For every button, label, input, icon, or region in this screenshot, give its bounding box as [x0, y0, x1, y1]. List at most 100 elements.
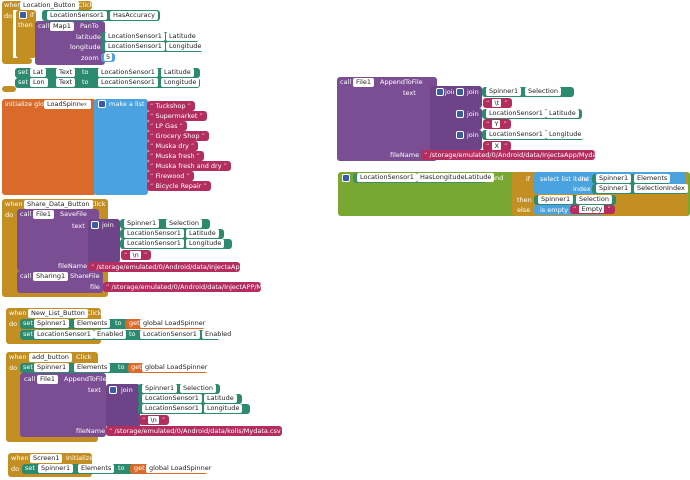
list-item-value[interactable]: Bicycle Repair: [155, 182, 201, 190]
longitude-getter-component[interactable]: LocationSensor1: [105, 42, 165, 51]
join-item-3-component[interactable]: LocationSensor1: [142, 404, 202, 413]
list-item-value[interactable]: Supermarket: [155, 112, 197, 120]
call-component-dropdown[interactable]: Map1: [50, 22, 74, 31]
mutator-gear-icon[interactable]: [109, 386, 117, 394]
join-item-3-property[interactable]: Longitude: [204, 404, 243, 413]
join-item-3-component[interactable]: LocationSensor1: [124, 239, 184, 248]
list-item-value[interactable]: Firewood: [155, 172, 184, 180]
make-a-list-block[interactable]: [94, 99, 148, 195]
then-getter-component[interactable]: Spinner1: [538, 195, 574, 204]
join-item-1-component[interactable]: Spinner1: [142, 384, 178, 393]
set-lat-source-property[interactable]: Latitude: [161, 68, 194, 77]
join-item-1-sep-value[interactable]: \t: [492, 99, 502, 107]
set-lat-property[interactable]: Text: [56, 68, 76, 77]
index-getter-component[interactable]: Spinner1: [596, 184, 632, 193]
set-lat-source-component[interactable]: LocationSensor1: [98, 68, 158, 77]
get-global-var-name[interactable]: global LoadSpinner: [146, 464, 215, 473]
list-item-string[interactable]: “ Muska fresh ”: [147, 151, 205, 161]
sharefile-value[interactable]: /storage/emulated/0/Android/data/InjectA…: [111, 283, 261, 291]
has-longlat-property[interactable]: HasLongitudeLatitude: [417, 173, 495, 182]
call-component-dropdown[interactable]: File1: [353, 78, 375, 87]
else-string[interactable]: “ Empty ”: [570, 205, 615, 214]
set-sensor-component[interactable]: LocationSensor1: [34, 330, 94, 339]
join-item-2-property[interactable]: Latitude: [204, 394, 237, 403]
get-global-var-name[interactable]: global LoadSpinner: [142, 363, 211, 372]
join-item-4-string[interactable]: “ \n ”: [139, 415, 170, 425]
sharefile-string[interactable]: “ /storage/emulated/0/Android/data/Injec…: [103, 282, 261, 292]
list-item-value[interactable]: Grocery Shop: [155, 132, 199, 140]
initialize-global-block[interactable]: [2, 99, 96, 195]
event-component-dropdown[interactable]: add_button: [29, 353, 72, 362]
filename-string[interactable]: “ /storage/emulated/0/Android/data/kolis…: [106, 426, 282, 436]
join-item-1-component[interactable]: Spinner1: [486, 87, 522, 96]
join-item-3-component[interactable]: LocationSensor1: [486, 130, 546, 139]
list-item-value[interactable]: Muska dry: [155, 142, 188, 150]
filename-value[interactable]: /storage/emulated/0/Android/data/Injecta…: [96, 263, 240, 271]
list-item-value[interactable]: LP Gas: [155, 122, 177, 130]
set-lon-source-component[interactable]: LocationSensor1: [98, 78, 158, 87]
set-sensor-source-component[interactable]: LocationSensor1: [140, 330, 200, 339]
filename-string[interactable]: “ /storage/emulated/0/Android/data/Injec…: [88, 262, 240, 272]
list-item-value[interactable]: Tuckshop: [155, 102, 185, 110]
join-item-2-property[interactable]: Latitude: [546, 109, 579, 118]
set-spinner-property[interactable]: Elements: [74, 319, 111, 328]
latitude-getter-component[interactable]: LocationSensor1: [105, 32, 165, 41]
set-spinner-property[interactable]: Elements: [74, 363, 111, 372]
if-condition-component[interactable]: LocationSensor1: [47, 11, 107, 20]
mutator-gear-icon[interactable]: [456, 110, 464, 118]
set-spinner-component[interactable]: Spinner1: [34, 363, 70, 372]
join-item-1-property[interactable]: Selection: [180, 384, 216, 393]
list-item-string[interactable]: “ Supermarket ”: [147, 111, 207, 121]
mutator-gear-icon[interactable]: [98, 100, 106, 108]
set-lon-component[interactable]: Lon: [30, 78, 48, 87]
list-item-value[interactable]: Muska fresh and dry: [155, 162, 221, 170]
index-getter-property[interactable]: SelectionIndex: [634, 184, 688, 193]
event-component-dropdown[interactable]: New_List_Button: [28, 309, 88, 318]
list-item-string[interactable]: “ Grocery Shop ”: [147, 131, 209, 141]
list-item-string[interactable]: “ Bicycle Repair ”: [147, 181, 211, 191]
mutator-gear-icon[interactable]: [456, 131, 464, 139]
mutator-gear-icon[interactable]: [342, 174, 350, 182]
set-spinner-component[interactable]: Spinner1: [34, 319, 70, 328]
get-global-var-name[interactable]: global LoadSpinner: [140, 319, 209, 328]
list-getter-component[interactable]: Spinner1: [596, 174, 632, 183]
latitude-getter-property[interactable]: Latitude: [166, 32, 199, 41]
call-component-dropdown[interactable]: File1: [37, 375, 59, 384]
join-item-4-string[interactable]: “ \n ”: [121, 250, 152, 260]
longitude-getter-property[interactable]: Longitude: [166, 42, 205, 51]
event-component-dropdown[interactable]: Screen1: [30, 454, 63, 463]
join-item-2-component[interactable]: LocationSensor1: [124, 229, 184, 238]
list-item-string[interactable]: “ LP Gas ”: [147, 121, 187, 131]
list-getter-property[interactable]: Elements: [634, 174, 671, 183]
set-lon-source-property[interactable]: Longitude: [161, 78, 200, 87]
join-item-1-sep-string[interactable]: “ \t ”: [483, 98, 512, 108]
list-item-value[interactable]: Muska fresh: [155, 152, 194, 160]
event-component-dropdown[interactable]: Share_Data_Button: [24, 200, 93, 209]
join-item-2-component[interactable]: LocationSensor1: [142, 394, 202, 403]
join-item-1-property[interactable]: Selection: [525, 87, 561, 96]
zoom-value[interactable]: 5: [104, 53, 113, 61]
set-lat-component[interactable]: Lat: [30, 68, 47, 77]
join-item-2-sep-string[interactable]: “ Y ”: [483, 119, 511, 129]
set-spinner-property[interactable]: Elements: [78, 464, 115, 473]
set-sensor-source-property[interactable]: Enabled: [202, 330, 235, 339]
mutator-gear-icon[interactable]: [91, 221, 99, 229]
join-item-3-property[interactable]: Longitude: [186, 239, 225, 248]
list-item-string[interactable]: “ Muska fresh and dry ”: [147, 161, 232, 171]
call-file-append-block[interactable]: [337, 77, 437, 161]
join-item-3-property[interactable]: Longitude: [546, 130, 585, 139]
join-item-1-property[interactable]: Selection: [166, 219, 202, 228]
join-item-4-value[interactable]: \n: [130, 251, 141, 259]
filename-value[interactable]: /storage/emulated/0/Android/data/Injecta…: [429, 151, 595, 159]
else-string-value[interactable]: Empty: [579, 205, 605, 213]
if-condition-property[interactable]: HasAccuracy: [110, 11, 158, 20]
join-item-2-property[interactable]: Latitude: [186, 229, 219, 238]
list-item-string[interactable]: “ Tuckshop ”: [147, 101, 195, 111]
list-item-string[interactable]: “ Firewood ”: [147, 171, 194, 181]
set-lon-property[interactable]: Text: [56, 78, 76, 87]
mutator-gear-icon[interactable]: [456, 88, 464, 96]
set-sensor-property[interactable]: Enabled: [94, 330, 127, 339]
join-item-1-component[interactable]: Spinner1: [124, 219, 160, 228]
mutator-gear-icon[interactable]: [436, 88, 444, 96]
has-longlat-component[interactable]: LocationSensor1: [357, 173, 417, 182]
